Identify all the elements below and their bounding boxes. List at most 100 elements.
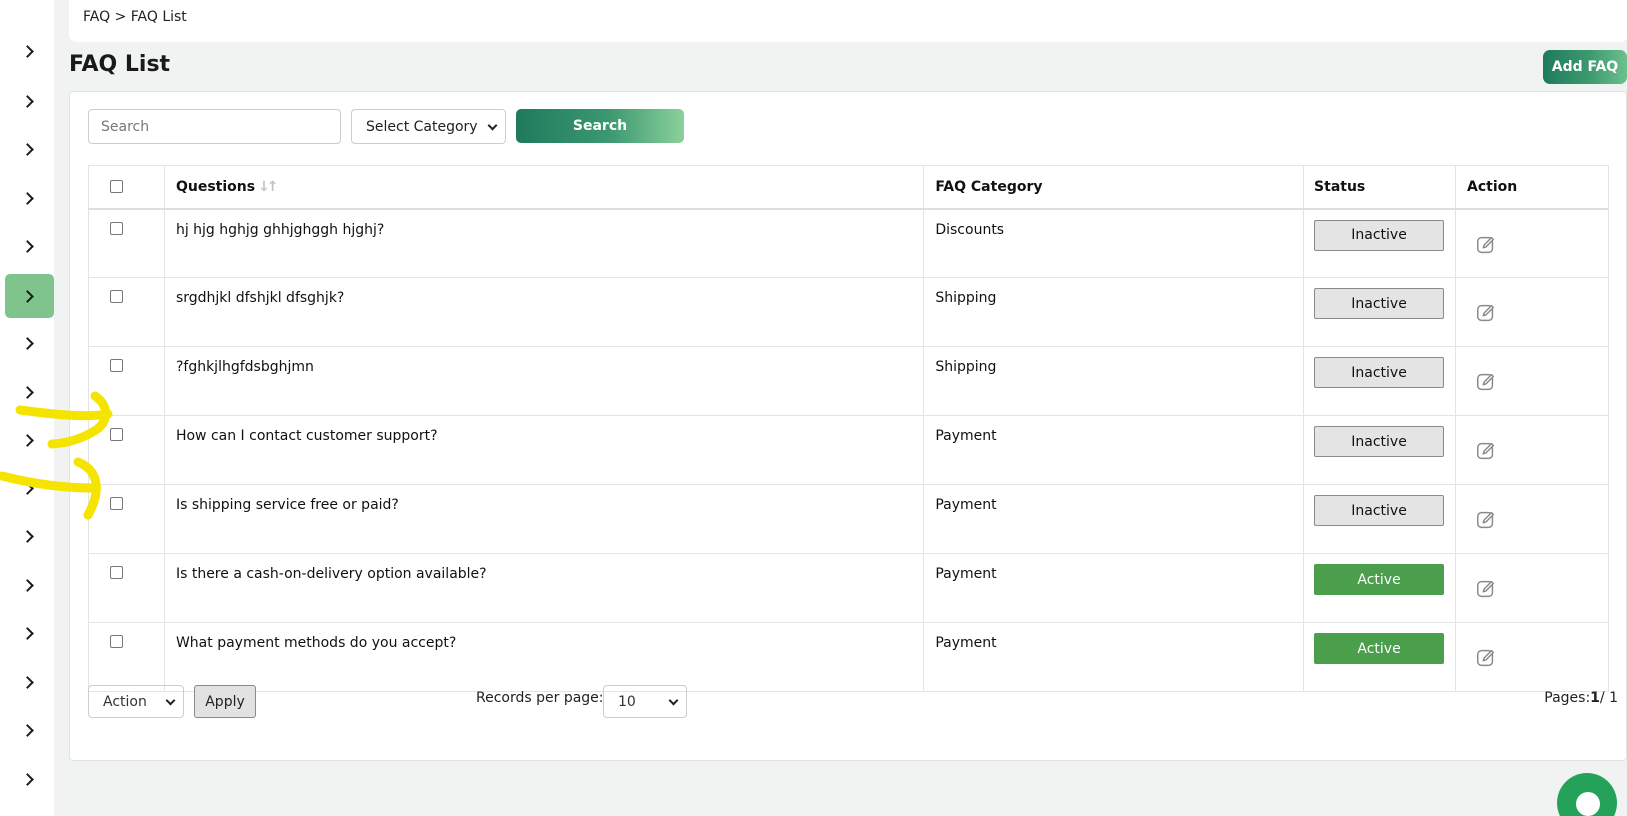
row-checkbox[interactable] [110, 428, 123, 441]
sidebar-item-5[interactable] [5, 224, 54, 268]
status-toggle-button[interactable]: Inactive [1314, 426, 1445, 457]
sidebar-item-faq[interactable] [5, 274, 54, 318]
status-toggle-button[interactable]: Inactive [1314, 288, 1445, 319]
row-checkbox-cell [88, 208, 165, 278]
row-checkbox[interactable] [110, 635, 123, 648]
search-button[interactable]: Search [516, 109, 684, 143]
action-header: Action [1455, 165, 1609, 210]
category-cell: Discounts [923, 208, 1305, 278]
action-cell [1455, 346, 1609, 416]
sidebar-item-9[interactable] [5, 418, 54, 462]
row-checkbox[interactable] [110, 359, 123, 372]
edit-icon[interactable] [1475, 234, 1497, 256]
select-all-checkbox[interactable] [110, 180, 123, 194]
bulk-action-select[interactable]: Action [88, 685, 184, 718]
edit-icon[interactable] [1475, 371, 1497, 393]
status-cell: Inactive [1303, 277, 1457, 347]
sidebar-item-1[interactable] [5, 29, 54, 73]
sidebar-item-11[interactable] [5, 514, 54, 558]
status-toggle-button[interactable]: Inactive [1314, 219, 1445, 251]
add-faq-button[interactable]: Add FAQ [1543, 50, 1627, 84]
sidebar-item-7[interactable] [5, 321, 54, 365]
question-cell: Is there a cash-on-delivery option avail… [163, 553, 925, 623]
edit-icon[interactable] [1475, 302, 1497, 324]
chevron-right-icon [21, 723, 34, 737]
table-header-row: Questions ↓↑ FAQ Category Status Action [88, 165, 1609, 210]
row-checkbox[interactable] [110, 566, 123, 579]
table-row: What payment methods do you accept? Payme… [88, 622, 1609, 692]
sidebar-item-14[interactable] [5, 660, 54, 704]
sidebar-item-8[interactable] [5, 370, 54, 414]
edit-icon[interactable] [1475, 647, 1497, 669]
sort-icon[interactable]: ↓↑ [258, 179, 279, 195]
questions-header[interactable]: Questions ↓↑ [163, 165, 925, 210]
row-checkbox[interactable] [110, 221, 123, 235]
status-toggle-button[interactable]: Inactive [1314, 495, 1445, 526]
edit-icon[interactable] [1475, 578, 1497, 600]
chevron-right-icon [21, 336, 34, 350]
sidebar-item-3[interactable] [5, 127, 54, 171]
category-select[interactable]: Select Category [351, 109, 506, 144]
table-row: How can I contact customer support? Payme… [88, 415, 1609, 485]
pages-total: / 1 [1599, 690, 1618, 706]
sidebar-item-12[interactable] [5, 563, 54, 607]
records-per-page-value: 10 [618, 693, 636, 710]
row-checkbox[interactable] [110, 497, 123, 510]
chat-bubble-inner [1576, 792, 1600, 816]
question-cell: srgdhjkl dfshjkl dfsghjk? [163, 277, 925, 347]
edit-icon[interactable] [1475, 440, 1497, 462]
question-cell: What payment methods do you accept? [163, 622, 925, 692]
questions-header-label: Questions [175, 178, 256, 195]
category-cell: Payment [923, 622, 1305, 692]
records-per-page-select[interactable]: 10 [603, 685, 687, 718]
sidebar-item-16[interactable] [5, 757, 54, 801]
row-checkbox-cell [88, 484, 165, 554]
category-header: FAQ Category [923, 165, 1305, 210]
sidebar-item-10[interactable] [5, 466, 54, 510]
pages-label: Pages: [1544, 690, 1591, 706]
chevron-right-icon [21, 142, 34, 156]
action-cell [1455, 277, 1609, 347]
sidebar-item-4[interactable] [5, 176, 54, 220]
sidebar [0, 0, 54, 816]
chat-icon[interactable] [1557, 773, 1617, 816]
search-input[interactable] [88, 109, 341, 144]
select-all-cell [88, 165, 165, 210]
sidebar-item-13[interactable] [5, 611, 54, 655]
row-checkbox-cell [88, 346, 165, 416]
category-select-value: Select Category [366, 118, 478, 135]
sidebar-item-15[interactable] [5, 708, 54, 752]
status-cell: Inactive [1303, 208, 1457, 278]
chevron-right-icon [21, 433, 34, 447]
status-toggle-button[interactable]: Active [1314, 633, 1445, 664]
category-cell: Payment [923, 553, 1305, 623]
status-cell: Active [1303, 553, 1457, 623]
status-cell: Inactive [1303, 415, 1457, 485]
chevron-right-icon [21, 481, 34, 495]
question-cell: Is shipping service free or paid? [163, 484, 925, 554]
status-toggle-button[interactable]: Active [1314, 564, 1445, 595]
action-cell [1455, 208, 1609, 278]
status-cell: Inactive [1303, 484, 1457, 554]
sidebar-item-2[interactable] [5, 79, 54, 123]
chevron-right-icon [21, 94, 34, 108]
row-checkbox-cell [88, 553, 165, 623]
chevron-right-icon [21, 44, 34, 58]
chevron-right-icon [21, 289, 34, 303]
edit-icon[interactable] [1475, 509, 1497, 531]
chevron-right-icon [21, 239, 34, 253]
breadcrumb: FAQ > FAQ List [83, 9, 187, 25]
chevron-right-icon [21, 626, 34, 640]
chevron-right-icon [21, 675, 34, 689]
table-row: Is shipping service free or paid? Payment… [88, 484, 1609, 554]
faq-table: Questions ↓↑ FAQ Category Status Action h… [88, 165, 1609, 692]
row-checkbox[interactable] [110, 290, 123, 303]
category-cell: Payment [923, 484, 1305, 554]
chevron-right-icon [21, 772, 34, 786]
records-per-page-label: Records per page: [476, 690, 604, 706]
status-toggle-button[interactable]: Inactive [1314, 357, 1445, 388]
chevron-right-icon [21, 529, 34, 543]
status-cell: Active [1303, 622, 1457, 692]
question-cell: How can I contact customer support? [163, 415, 925, 485]
apply-button[interactable]: Apply [194, 685, 256, 718]
